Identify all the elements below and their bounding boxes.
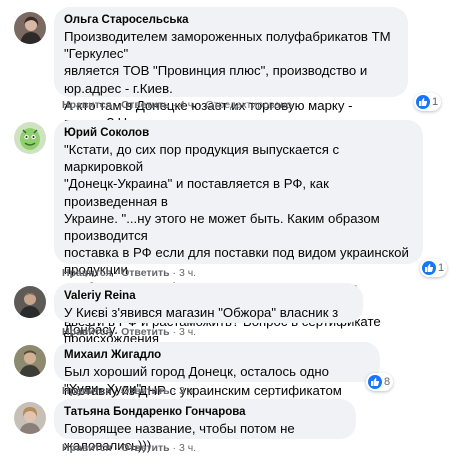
timestamp[interactable]: 4 ч. — [179, 99, 196, 111]
separator: · — [172, 385, 177, 397]
like-link[interactable]: Нравится — [62, 385, 112, 397]
separator: · — [114, 442, 119, 454]
reply-link[interactable]: Ответить — [121, 385, 170, 397]
separator: · — [172, 267, 177, 279]
like-link[interactable]: Нравится — [62, 326, 112, 338]
separator: · — [114, 326, 119, 338]
comment-author[interactable]: Татьяна Бондаренко Гончарова — [64, 405, 346, 419]
like-link[interactable]: Нравится — [62, 267, 112, 279]
separator: · — [172, 326, 177, 338]
timestamp[interactable]: 3 ч. — [179, 267, 196, 279]
comment-actions: Нравится · Ответить · 3 ч. — [62, 267, 196, 279]
reaction-count: 1 — [432, 96, 439, 108]
comment-author[interactable]: Ольга Старосельська — [64, 13, 398, 27]
like-link[interactable]: Нравится — [62, 99, 112, 111]
thumbs-up-icon — [368, 375, 382, 389]
timestamp[interactable]: 3 ч. — [179, 385, 196, 397]
comment-author[interactable]: Михаил Жигадло — [64, 348, 370, 362]
reply-link[interactable]: Ответить — [121, 442, 170, 454]
reply-link[interactable]: Ответить — [121, 267, 170, 279]
comment-bubble: Ольга Старосельська Производителем замор… — [54, 7, 408, 147]
comment-actions: Нравится · Ответить · 3 ч. — [62, 326, 196, 338]
comment-bubble: Татьяна Бондаренко Гончарова Говорящее н… — [54, 399, 356, 453]
reaction-count: 1 — [438, 262, 445, 274]
avatar[interactable] — [14, 286, 46, 318]
comment-author[interactable]: Valeriy Reina — [64, 289, 353, 303]
separator: · — [114, 267, 119, 279]
thumbs-up-icon — [416, 95, 430, 109]
timestamp[interactable]: 3 ч. — [179, 442, 196, 454]
comment-actions: Нравится · Ответить · 4 ч. · Отредактиро… — [62, 99, 292, 111]
comment-bubble: Михаил Жигадло Был хороший город Донецк,… — [54, 342, 380, 396]
reaction-count: 8 — [384, 376, 391, 388]
avatar[interactable] — [14, 345, 46, 377]
reaction-badge[interactable]: 8 — [366, 373, 394, 391]
avatar[interactable] — [14, 12, 46, 44]
thumbs-up-icon — [422, 261, 436, 275]
separator: · — [199, 99, 203, 111]
comment-author[interactable]: Юрий Соколов — [64, 126, 413, 140]
separator: · — [114, 385, 119, 397]
comment-bubble: Valeriy Reina У Києві з'явився магазин "… — [54, 283, 363, 337]
avatar[interactable] — [14, 122, 46, 154]
separator: · — [172, 442, 177, 454]
avatar[interactable] — [14, 402, 46, 434]
reply-link[interactable]: Ответить — [121, 326, 170, 338]
separator: · — [114, 99, 119, 111]
reply-link[interactable]: Ответить — [121, 99, 170, 111]
timestamp[interactable]: 3 ч. — [179, 326, 196, 338]
reaction-badge[interactable]: 1 — [414, 93, 442, 111]
comment-actions: Нравится · Ответить · 3 ч. — [62, 385, 196, 397]
reaction-badge[interactable]: 1 — [420, 259, 448, 277]
like-link[interactable]: Нравится — [62, 442, 112, 454]
edited-label: Отредактировано — [205, 99, 292, 111]
comment-actions: Нравится · Ответить · 3 ч. — [62, 442, 196, 454]
comment-bubble: Юрий Соколов "Кстати, до сих пор продукц… — [54, 120, 423, 415]
separator: · — [172, 99, 177, 111]
